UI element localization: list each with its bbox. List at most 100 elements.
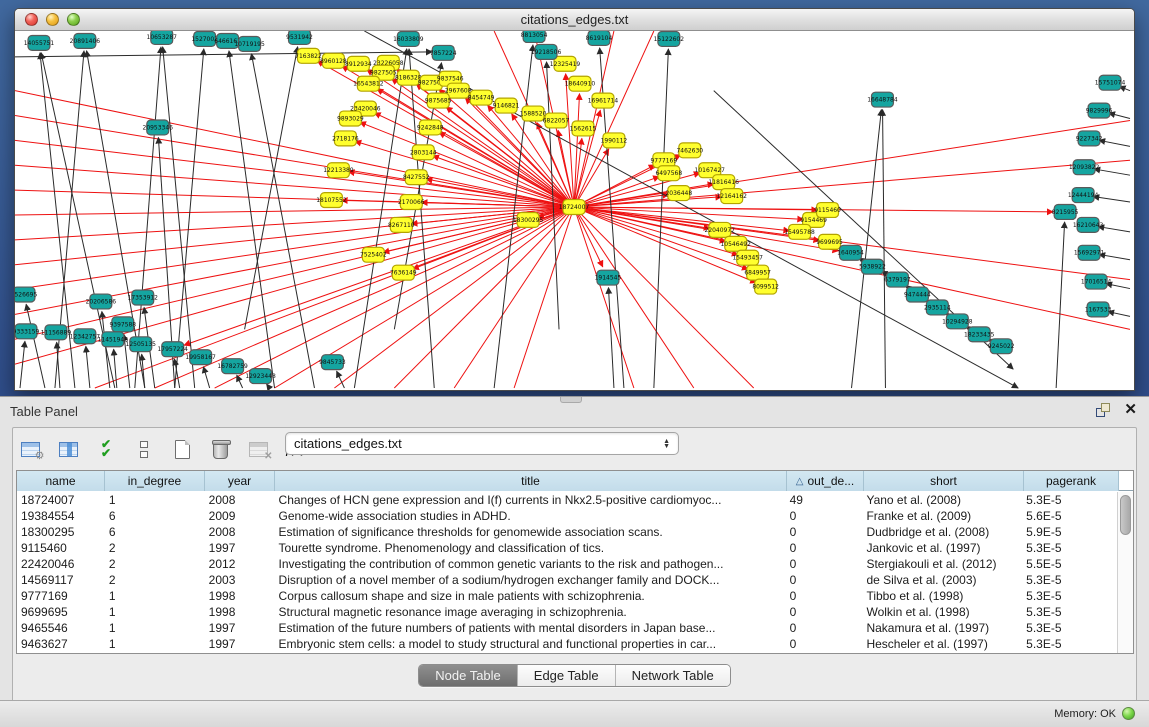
table-row[interactable]: 1456911722003Disruption of a novel membe… <box>17 572 1117 588</box>
graph-node-9893029[interactable]: 9893029 <box>337 111 364 126</box>
graph-node-17957224[interactable]: 17957224 <box>157 342 188 357</box>
graph-node-10653287[interactable]: 10653287 <box>147 31 178 44</box>
citation-edge-red[interactable] <box>215 207 574 388</box>
table-selector-dropdown[interactable]: citations_edges.txt ▲▼ <box>285 432 679 455</box>
citation-edge-red[interactable] <box>574 31 614 207</box>
graph-node-12505135[interactable]: 12505135 <box>126 337 157 352</box>
graph-node-9333159[interactable]: 9333159 <box>15 324 39 339</box>
graph-node-18233435[interactable]: 18233435 <box>964 327 995 342</box>
table-row[interactable]: 1872400712008Changes of HCN gene express… <box>17 492 1117 508</box>
graph-node-12164162[interactable]: 12164162 <box>716 189 747 204</box>
graph-node-20891406[interactable]: 20891406 <box>70 33 101 48</box>
graph-node-8215955[interactable]: 8215955 <box>1052 205 1079 220</box>
citation-edge-black[interactable] <box>1094 169 1130 175</box>
graph-node-15493457[interactable]: 15493457 <box>732 250 763 265</box>
graph-node-17353912[interactable]: 17353912 <box>128 290 159 305</box>
graph-node-22040977[interactable]: 22040977 <box>705 222 736 237</box>
graph-node-12923448[interactable]: 12923448 <box>245 369 276 384</box>
citation-edge-black[interactable] <box>15 52 432 57</box>
citation-edge-red[interactable] <box>394 207 574 388</box>
graph-node-9875685[interactable]: 9875685 <box>425 93 452 108</box>
select-all-button[interactable]: ✔✔ <box>93 437 119 461</box>
new-document-button[interactable] <box>169 437 195 461</box>
graph-node-1562615[interactable]: 1562615 <box>570 121 597 136</box>
column-header-pagerank[interactable]: pagerank <box>1024 471 1119 491</box>
graph-node-10719195[interactable]: 10719195 <box>234 36 265 51</box>
graph-node-18300295[interactable]: 18300295 <box>513 212 544 227</box>
citation-edge-black[interactable] <box>1093 197 1130 202</box>
close-panel-icon[interactable]: ✕ <box>1124 403 1137 417</box>
column-header-in-degree[interactable]: in_degree <box>105 471 205 491</box>
graph-node-2526695[interactable]: 2526695 <box>15 287 37 302</box>
graph-node-12342757[interactable]: 12342757 <box>70 329 101 344</box>
graph-node-16782759[interactable]: 16782759 <box>217 359 248 374</box>
graph-node-16648784[interactable]: 16648784 <box>867 92 898 107</box>
delete-button[interactable] <box>207 437 233 461</box>
panel-resize-grip[interactable] <box>560 397 582 403</box>
citation-edge-red[interactable] <box>454 207 574 388</box>
column-header-out-de-[interactable]: △out_de... <box>787 471 864 491</box>
graph-node-2036448[interactable]: 2036448 <box>665 186 692 201</box>
citation-edge-black[interactable] <box>267 384 270 388</box>
graph-node-16961714[interactable]: 16961714 <box>588 93 619 108</box>
citation-edge-black[interactable] <box>20 341 25 388</box>
graph-node-8960128[interactable]: 8960128 <box>320 53 347 68</box>
graph-node-9474444[interactable]: 9474444 <box>904 287 931 302</box>
graph-node-5938922[interactable]: 5938922 <box>859 259 886 274</box>
graph-node-18724007[interactable]: 18724007 <box>559 200 590 215</box>
window-titlebar[interactable]: citations_edges.txt <box>15 9 1134 31</box>
table-body[interactable]: 1872400712008Changes of HCN gene express… <box>17 492 1117 653</box>
citation-edge-red[interactable] <box>15 207 574 215</box>
graph-node-12213389[interactable]: 12213389 <box>323 163 354 178</box>
table-row[interactable]: 946554611997Estimation of the future num… <box>17 620 1117 636</box>
citation-edge-black[interactable] <box>608 288 613 388</box>
graph-node-9829996[interactable]: 9829996 <box>1086 103 1113 118</box>
graph-node-9531942[interactable]: 9531942 <box>286 31 313 44</box>
graph-node-15692971[interactable]: 15692971 <box>1074 245 1105 260</box>
float-panel-icon[interactable] <box>1096 403 1110 417</box>
table-row[interactable]: 911546021997Tourette syndrome. Phenomeno… <box>17 540 1117 556</box>
graph-node-10546492[interactable]: 10546492 <box>720 236 751 251</box>
citation-edge-red[interactable] <box>574 207 694 388</box>
tab-network-table[interactable]: Network Table <box>616 665 730 686</box>
node-table[interactable]: namein_degreeyeartitle△out_de...shortpag… <box>16 470 1134 654</box>
table-row[interactable]: 1938455462009Genome-wide association stu… <box>17 508 1117 524</box>
graph-node-9146821[interactable]: 9146821 <box>493 98 520 113</box>
graph-node-1640954[interactable]: 1640954 <box>837 245 864 260</box>
citation-edge-red[interactable] <box>574 184 714 207</box>
graph-node-15122602[interactable]: 15122602 <box>654 31 685 46</box>
tab-node-table[interactable]: Node Table <box>419 665 518 686</box>
network-window[interactable]: citations_edges.txt 18724007 18300295 7163… <box>14 8 1135 391</box>
graph-node-15495788[interactable]: 15495788 <box>784 224 815 239</box>
graph-node-12093822[interactable]: 12093822 <box>1069 160 1100 175</box>
graph-node-7857224[interactable]: 7857224 <box>430 45 457 60</box>
graph-node-14055751[interactable]: 14055751 <box>24 35 55 50</box>
column-header-year[interactable]: year <box>205 471 275 491</box>
citation-edge-black[interactable] <box>714 91 1013 369</box>
graph-node-15751074[interactable]: 15751074 <box>1095 75 1126 90</box>
graph-node-11816416[interactable]: 11816416 <box>709 175 740 190</box>
citation-edge-black[interactable] <box>251 54 314 388</box>
graph-node-8267110[interactable]: 8267110 <box>388 217 415 232</box>
table-row[interactable]: 969969511998Structural magnetic resonanc… <box>17 604 1117 620</box>
graph-node-7462630[interactable]: 7462630 <box>676 143 703 158</box>
graph-node-12444194[interactable]: 12444194 <box>1068 188 1099 203</box>
table-row[interactable]: 977716911998Corpus callosum shape and si… <box>17 588 1117 604</box>
graph-node-20953346[interactable]: 20953346 <box>143 120 174 135</box>
graph-node-11451948[interactable]: 11451948 <box>98 332 129 347</box>
graph-node-9115460[interactable]: 9115460 <box>814 203 841 218</box>
graph-node-7163822[interactable]: 7163822 <box>295 48 322 63</box>
graph-node-16033809[interactable]: 16033809 <box>393 31 424 46</box>
citation-edge-red[interactable] <box>15 207 574 290</box>
table-row[interactable]: 946362711997Embryonic stem cells: a mode… <box>17 636 1117 652</box>
citation-edge-red[interactable] <box>377 89 574 207</box>
graph-node-16210643[interactable]: 16210643 <box>1073 217 1104 232</box>
vertical-scrollbar[interactable] <box>1117 492 1133 653</box>
show-columns-button[interactable] <box>55 437 81 461</box>
citation-edge-black[interactable] <box>1056 222 1064 388</box>
toggle-rows-button[interactable] <box>131 437 157 461</box>
graph-node-1990112[interactable]: 1990112 <box>601 133 628 148</box>
graph-node-9245022[interactable]: 9245022 <box>988 339 1015 354</box>
graph-node-20206586[interactable]: 20206586 <box>86 294 117 309</box>
network-graph[interactable]: 1872400718300295716382289601288912934232… <box>15 31 1134 390</box>
